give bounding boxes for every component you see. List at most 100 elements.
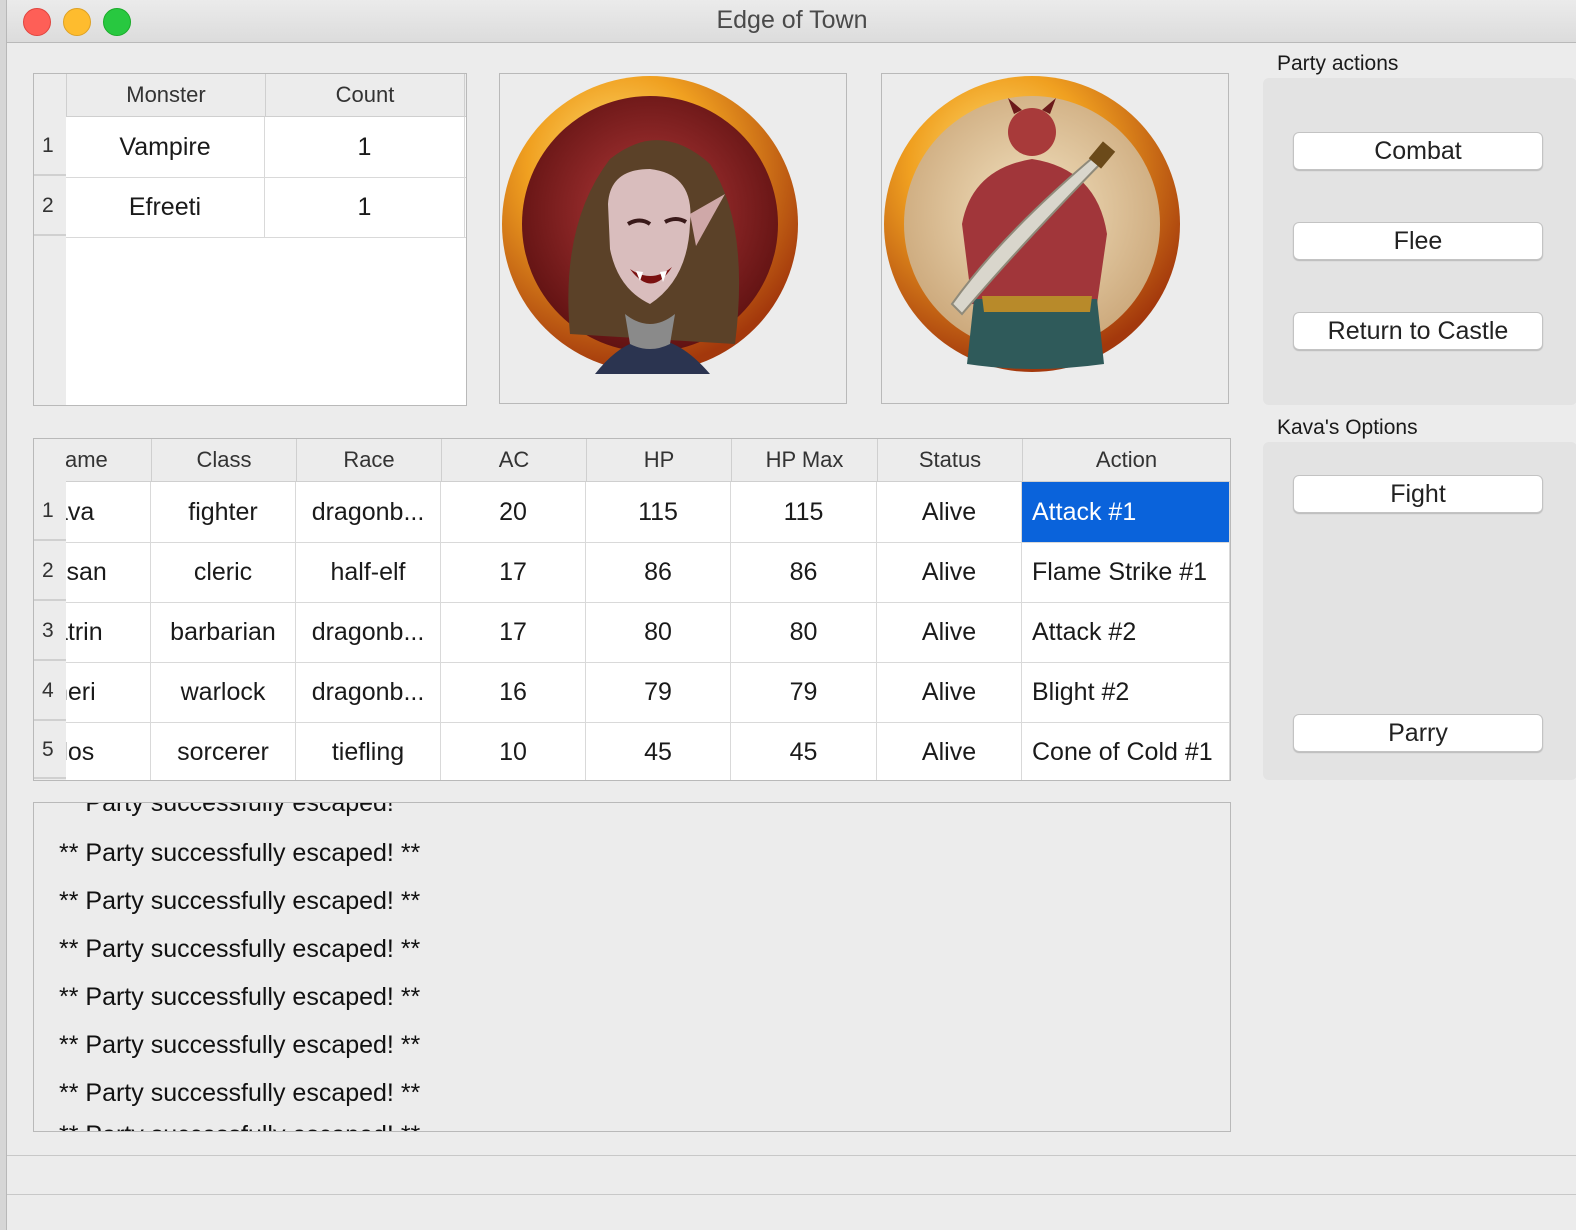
name-cell[interactable]: ssan (66, 542, 151, 602)
action-cell[interactable]: Flame Strike #1 (1022, 542, 1230, 602)
status-cell[interactable]: Alive (877, 602, 1022, 662)
party-table[interactable]: ame Class Race AC HP HP Max Status Actio… (33, 438, 1231, 781)
vampire-portrait-icon (502, 76, 798, 374)
ac-cell[interactable]: 16 (441, 662, 586, 722)
hp-cell[interactable]: 45 (586, 722, 731, 780)
status-cell[interactable]: Alive (877, 482, 1022, 542)
return-to-castle-button[interactable]: Return to Castle (1293, 312, 1543, 350)
name-cell[interactable]: dos (66, 722, 151, 780)
class-cell[interactable]: barbarian (151, 602, 296, 662)
name-text: atrin (66, 617, 103, 646)
party-actions-group: Combat Flee Return to Castle (1263, 78, 1576, 405)
name-cell[interactable]: atrin (66, 602, 151, 662)
table-row[interactable]: ssan cleric half-elf 17 86 86 Alive Flam… (66, 542, 1230, 603)
name-cell[interactable]: ava (66, 482, 151, 542)
hp-max-cell[interactable]: 80 (731, 602, 877, 662)
name-text: ssan (66, 557, 107, 586)
race-cell[interactable]: tiefling (296, 722, 441, 780)
row-number: 5 (34, 722, 66, 779)
status-cell[interactable]: Alive (877, 542, 1022, 602)
class-cell[interactable]: cleric (151, 542, 296, 602)
combat-button[interactable]: Combat (1293, 132, 1543, 170)
hp-cell[interactable]: 79 (586, 662, 731, 722)
class-column-header[interactable]: Class (151, 439, 296, 481)
table-row[interactable]: Vampire 1 (66, 117, 466, 178)
window-title: Edge of Town (716, 6, 868, 34)
flee-button[interactable]: Flee (1293, 222, 1543, 260)
log-line: ** Party successfully escaped! ** (59, 935, 421, 963)
character-options-label: Kava's Options (1277, 416, 1418, 439)
monster-name-cell[interactable]: Efreeti (66, 177, 265, 237)
ac-cell[interactable]: 17 (441, 602, 586, 662)
ac-column-header[interactable]: AC (441, 439, 586, 481)
party-actions-label: Party actions (1277, 52, 1399, 75)
vampire-portrait (499, 73, 847, 404)
status-cell[interactable]: Alive (877, 722, 1022, 780)
monster-table[interactable]: Monster Count 1 2 Vampire 1 Efreeti 1 (33, 73, 467, 406)
name-cell[interactable]: neri (66, 662, 151, 722)
count-column-header[interactable]: Count (265, 74, 465, 116)
combat-log[interactable]: ** Party successfully escaped! ** ** Par… (33, 802, 1231, 1132)
name-text: neri (66, 677, 96, 706)
action-cell[interactable]: Cone of Cold #1 (1022, 722, 1230, 780)
table-row[interactable]: neri warlock dragonb... 16 79 79 Alive B… (66, 662, 1230, 723)
name-text: dos (66, 737, 95, 766)
ac-cell[interactable]: 10 (441, 722, 586, 780)
race-cell[interactable]: dragonb... (296, 602, 441, 662)
hp-cell[interactable]: 80 (586, 602, 731, 662)
hp-cell[interactable]: 86 (586, 542, 731, 602)
class-cell[interactable]: warlock (151, 662, 296, 722)
action-cell-selected[interactable]: Attack #1 (1022, 482, 1230, 542)
fight-button[interactable]: Fight (1293, 475, 1543, 513)
efreeti-portrait (881, 73, 1229, 404)
monster-column-header[interactable]: Monster (66, 74, 265, 116)
ac-cell[interactable]: 17 (441, 542, 586, 602)
character-options-group: Fight Parry (1263, 442, 1576, 780)
log-line: ** Party successfully escaped! ** (59, 887, 421, 915)
row-number: 1 (34, 482, 66, 541)
row-number: 2 (34, 177, 66, 236)
monster-table-header: Monster Count (66, 74, 466, 117)
title-bar: Edge of Town (7, 0, 1576, 43)
log-line: ** Party successfully escaped! ** (59, 839, 421, 867)
log-line: ** Party successfully escaped! ** (59, 1121, 420, 1131)
log-line: ** Party successfully escaped! ** (59, 1079, 421, 1107)
monster-count-cell[interactable]: 1 (265, 177, 465, 237)
hp-max-column-header[interactable]: HP Max (731, 439, 877, 481)
table-row[interactable]: ava fighter dragonb... 20 115 115 Alive … (66, 482, 1230, 543)
action-cell[interactable]: Blight #2 (1022, 662, 1230, 722)
row-number: 2 (34, 542, 66, 601)
table-row[interactable]: dos sorcerer tiefling 10 45 45 Alive Con… (66, 722, 1230, 780)
race-cell[interactable]: half-elf (296, 542, 441, 602)
monster-name-cell[interactable]: Vampire (66, 117, 265, 177)
hp-max-cell[interactable]: 115 (731, 482, 877, 542)
action-column-header[interactable]: Action (1022, 439, 1230, 481)
status-cell[interactable]: Alive (877, 662, 1022, 722)
efreeti-portrait-icon (884, 76, 1180, 372)
row-number: 3 (34, 602, 66, 661)
parry-button[interactable]: Parry (1293, 714, 1543, 752)
race-cell[interactable]: dragonb... (296, 662, 441, 722)
log-line: ** Party successfully escaped! ** (59, 983, 421, 1011)
class-cell[interactable]: fighter (151, 482, 296, 542)
party-table-header: ame Class Race AC HP HP Max Status Actio… (66, 439, 1230, 482)
hp-cell[interactable]: 115 (586, 482, 731, 542)
table-row[interactable]: Efreeti 1 (66, 177, 466, 238)
hp-max-cell[interactable]: 45 (731, 722, 877, 780)
main-window: Edge of Town Monster Count 1 2 Vampire 1… (6, 0, 1576, 1230)
action-cell[interactable]: Attack #2 (1022, 602, 1230, 662)
hp-column-header[interactable]: HP (586, 439, 731, 481)
race-cell[interactable]: dragonb... (296, 482, 441, 542)
class-cell[interactable]: sorcerer (151, 722, 296, 780)
status-column-header[interactable]: Status (877, 439, 1022, 481)
row-number: 1 (34, 117, 66, 176)
table-row[interactable]: atrin barbarian dragonb... 17 80 80 Aliv… (66, 602, 1230, 663)
ac-cell[interactable]: 20 (441, 482, 586, 542)
row-number: 4 (34, 662, 66, 721)
hp-max-cell[interactable]: 79 (731, 662, 877, 722)
name-text: ava (66, 497, 95, 526)
name-column-header[interactable]: ame (66, 439, 151, 481)
race-column-header[interactable]: Race (296, 439, 441, 481)
hp-max-cell[interactable]: 86 (731, 542, 877, 602)
monster-count-cell[interactable]: 1 (265, 117, 465, 177)
